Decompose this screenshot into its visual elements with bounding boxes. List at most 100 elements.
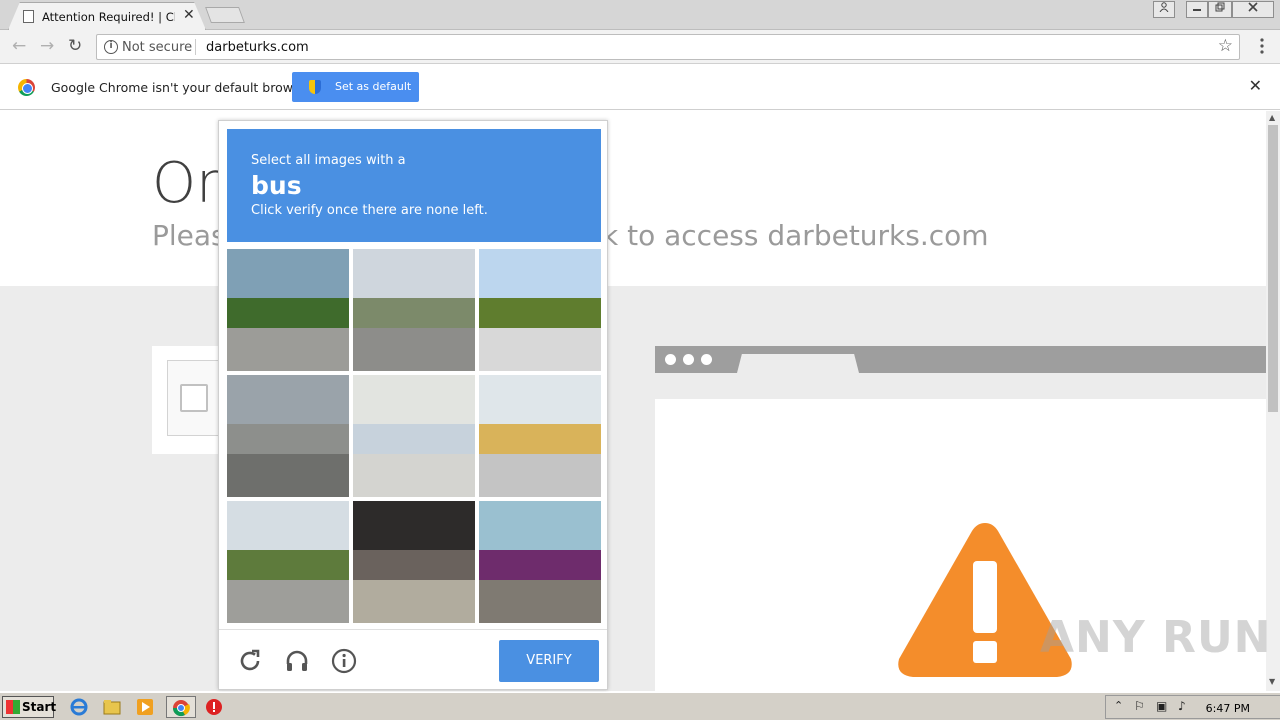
- action-center-flag-icon[interactable]: ⚐: [1134, 699, 1145, 713]
- vertical-scrollbar[interactable]: ▲ ▼: [1266, 111, 1280, 691]
- tile-sky: [227, 501, 349, 550]
- scroll-up-icon[interactable]: ▲: [1269, 113, 1275, 122]
- illustration-tab: [737, 354, 859, 373]
- start-button[interactable]: Start: [2, 696, 57, 718]
- window-close-icon[interactable]: [1232, 1, 1274, 18]
- tile-mid: [227, 423, 349, 455]
- taskbar-clock[interactable]: 6:47 PM: [1206, 702, 1250, 715]
- tile-sky: [227, 375, 349, 424]
- tile-road: [479, 328, 601, 371]
- set-as-default-button[interactable]: Set as default: [292, 72, 419, 102]
- tile-sky: [353, 375, 475, 424]
- illustration-dot: [665, 354, 676, 365]
- captcha-tile[interactable]: [479, 249, 601, 371]
- captcha-tile[interactable]: [227, 375, 349, 497]
- scrollbar-thumb[interactable]: [1268, 125, 1278, 412]
- back-icon[interactable]: ←: [12, 36, 26, 56]
- media-player-icon[interactable]: [134, 696, 160, 718]
- bookmark-star-icon[interactable]: ☆: [1218, 36, 1233, 56]
- tile-mid: [353, 297, 475, 329]
- captcha-tile[interactable]: [227, 501, 349, 623]
- tile-road: [227, 580, 349, 623]
- captcha-tile[interactable]: [353, 249, 475, 371]
- subheading-start: Pleas: [152, 219, 226, 252]
- windows-taskbar: Start ⌃ ⚐ ▣ ♪ 6:47 PM: [0, 692, 1280, 720]
- tile-road: [479, 580, 601, 623]
- infobar-close-icon[interactable]: ✕: [1249, 76, 1262, 95]
- page-icon: [23, 10, 34, 23]
- help-info-icon[interactable]: [331, 648, 357, 680]
- divider: [195, 39, 196, 55]
- tile-sky: [479, 249, 601, 298]
- internet-explorer-icon[interactable]: [68, 696, 94, 718]
- infobar-message: Google Chrome isn't your default browser: [51, 80, 313, 95]
- windows-logo-icon: [6, 700, 20, 714]
- prompt-instructions: Click verify once there are none left.: [251, 203, 488, 218]
- browser-toolbar: ← → ↻ i Not secure darbeturks.com ☆: [0, 30, 1280, 64]
- tile-mid: [479, 423, 601, 455]
- tile-sky: [353, 249, 475, 298]
- start-label: Start: [22, 700, 57, 714]
- tile-road: [353, 580, 475, 623]
- tile-sky: [353, 501, 475, 550]
- tile-road: [479, 454, 601, 497]
- captcha-prompt: Select all images with a bus Click verif…: [227, 129, 601, 242]
- address-bar[interactable]: i Not secure darbeturks.com ☆: [96, 34, 1240, 60]
- subheading-end: k to access darbeturks.com: [602, 219, 989, 252]
- anyrun-watermark: ANY RUN: [1040, 612, 1272, 663]
- reload-icon[interactable]: ↻: [68, 36, 82, 56]
- tab-close-icon[interactable]: ✕: [183, 7, 195, 23]
- illustration-titlebar: [655, 346, 1266, 373]
- image-captcha-dialog: Select all images with a bus Click verif…: [218, 120, 608, 690]
- title-bar: Attention Required! | Cloudflare ✕: [0, 0, 1280, 30]
- captcha-tile[interactable]: [353, 501, 475, 623]
- tile-sky: [479, 501, 601, 550]
- tab-title: Attention Required! | Cloudflare: [42, 10, 175, 24]
- tile-road: [227, 454, 349, 497]
- captcha-checkbox[interactable]: [180, 384, 208, 412]
- file-explorer-icon[interactable]: [101, 696, 127, 718]
- tile-mid: [479, 549, 601, 581]
- network-icon[interactable]: ▣: [1156, 699, 1167, 713]
- user-icon[interactable]: [1153, 1, 1175, 18]
- stop-icon[interactable]: [203, 696, 229, 718]
- tile-mid: [479, 297, 601, 329]
- hero-section: On Pleas k to access darbeturks.com: [0, 111, 1266, 286]
- restore-icon[interactable]: [1208, 1, 1232, 18]
- illustration-dot: [683, 354, 694, 365]
- chrome-logo-icon: [18, 79, 35, 96]
- captcha-tile[interactable]: [479, 501, 601, 623]
- captcha-footer: VERIFY: [219, 629, 607, 689]
- volume-icon[interactable]: ♪: [1178, 699, 1186, 713]
- page-subheading: Pleas k to access darbeturks.com: [152, 219, 989, 252]
- new-tab-button[interactable]: [205, 7, 245, 23]
- show-hidden-icons-icon[interactable]: ⌃: [1114, 699, 1123, 712]
- security-label[interactable]: Not secure: [122, 40, 192, 55]
- audio-challenge-icon[interactable]: [284, 648, 310, 680]
- tile-mid: [227, 549, 349, 581]
- tile-sky: [479, 375, 601, 424]
- forward-icon[interactable]: →: [40, 36, 54, 56]
- url-text[interactable]: darbeturks.com: [206, 40, 309, 55]
- chrome-taskbar-icon[interactable]: [166, 696, 196, 718]
- set-as-default-label: Set as default: [335, 80, 412, 93]
- menu-icon[interactable]: [1260, 38, 1264, 54]
- info-icon[interactable]: i: [104, 40, 118, 54]
- tile-road: [353, 328, 475, 371]
- tile-mid: [353, 423, 475, 455]
- captcha-tile[interactable]: [479, 375, 601, 497]
- prompt-target: bus: [251, 171, 302, 200]
- tile-mid: [353, 549, 475, 581]
- prompt-line1: Select all images with a: [251, 153, 406, 168]
- browser-tab[interactable]: Attention Required! | Cloudflare ✕: [8, 2, 206, 30]
- tile-sky: [227, 249, 349, 298]
- scroll-down-icon[interactable]: ▼: [1269, 677, 1275, 686]
- illustration-dot: [701, 354, 712, 365]
- page-content: On Pleas k to access darbeturks.com: [0, 111, 1266, 691]
- reload-challenge-icon[interactable]: [237, 648, 263, 680]
- shield-icon: [309, 80, 321, 94]
- minimize-icon[interactable]: [1186, 1, 1208, 18]
- captcha-tile[interactable]: [353, 375, 475, 497]
- captcha-tile[interactable]: [227, 249, 349, 371]
- verify-button[interactable]: VERIFY: [499, 640, 599, 682]
